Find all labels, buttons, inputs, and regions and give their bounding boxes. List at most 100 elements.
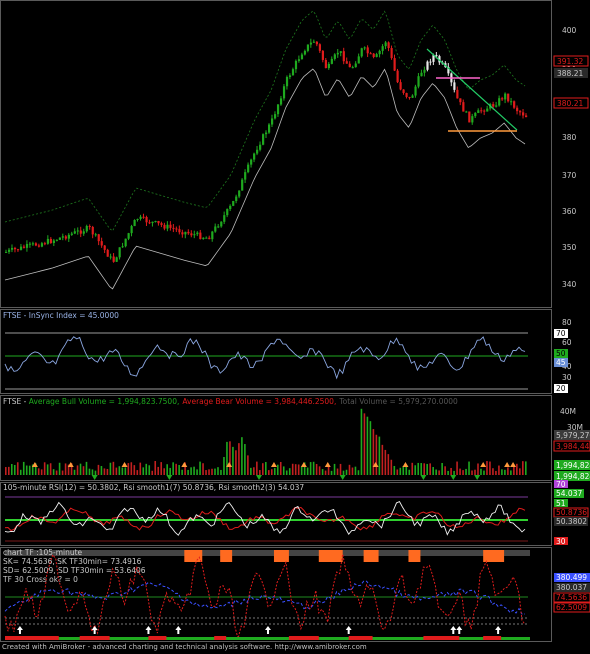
volume-bar [300, 466, 303, 475]
stoch-block [408, 550, 421, 562]
price-bar-body [396, 70, 399, 83]
volume-bar [282, 466, 285, 475]
price-bar-body [345, 61, 348, 64]
price-bar-body [262, 134, 265, 145]
price-bar-body [13, 247, 17, 250]
price-bar-body [270, 118, 274, 125]
price-bar-body [375, 54, 378, 57]
price-bar-body [196, 232, 199, 235]
volume-bar [507, 467, 509, 475]
stoch-block [79, 636, 110, 640]
volume-bar [297, 464, 300, 475]
price-bar-body [339, 51, 342, 53]
price-bar-body [199, 232, 202, 239]
insync-tag: 20 [556, 384, 566, 393]
price-bar-body [115, 257, 118, 262]
volume-bar [94, 470, 97, 475]
price-bar-body [97, 234, 100, 242]
volume-bar [342, 470, 345, 475]
volume-bar [273, 468, 276, 475]
volume-bar [510, 470, 512, 475]
volume-tag: 1,994,824 [556, 461, 590, 470]
volume-title: FTSE - Average Bull Volume = 1,994,823.7… [3, 397, 458, 406]
volume-bar [172, 462, 174, 475]
price-bar-body [477, 110, 480, 113]
volume-marker-up [510, 462, 517, 467]
price-bar-body [64, 236, 67, 239]
price-bar-body [471, 116, 474, 123]
volume-bar [247, 455, 249, 475]
price-tick: 380 [562, 133, 577, 142]
stoch-arrow [450, 626, 457, 634]
price-bar-body [220, 221, 223, 227]
price-bar-body [369, 53, 372, 55]
volume-bar [22, 461, 25, 475]
price-bar-body [121, 246, 124, 248]
price-bar-body [34, 243, 38, 246]
price-bar-body [342, 51, 345, 62]
price-bar-body [61, 236, 64, 238]
volume-marker-down [474, 475, 481, 480]
price-bar-body [175, 228, 178, 230]
volume-bar [7, 466, 10, 475]
price-bar-body [372, 53, 375, 57]
price-bar-body [247, 164, 250, 173]
insync-tick: 80 [562, 318, 572, 327]
volume-bar [196, 469, 198, 475]
volume-bar [432, 466, 434, 475]
price-bar-body [22, 246, 26, 248]
volume-bar [504, 469, 506, 475]
price-bar-body [28, 243, 32, 245]
price-bar-body [486, 108, 489, 112]
volume-bar [480, 468, 482, 475]
price-bar-body [205, 237, 208, 239]
price-bar-body [288, 75, 292, 78]
volume-bar [408, 469, 411, 475]
price-bar-body [226, 209, 229, 216]
volume-bar [399, 467, 402, 475]
rsi-tag: 50.3802 [556, 517, 587, 526]
price-bar-body [55, 239, 59, 241]
price-bar-body [333, 54, 336, 59]
price-stops [4, 10, 526, 290]
price-bar-body [351, 67, 354, 69]
volume-bar [73, 469, 76, 475]
volume-bar [516, 463, 518, 475]
price-bar-body [163, 224, 166, 229]
price-bar-body [190, 233, 193, 236]
volume-bar [79, 463, 82, 475]
volume-bar [267, 470, 270, 475]
volume-bar [351, 467, 354, 475]
volume-bar [115, 467, 118, 475]
volume-bar [285, 470, 288, 475]
volume-bar [16, 462, 19, 475]
stoch-arrow [175, 626, 182, 634]
price-bar-body [474, 112, 477, 117]
price-bar-body [480, 110, 483, 112]
volume-bar [363, 413, 366, 475]
volume-bar [235, 450, 237, 475]
stoch-tag: 380.499 [556, 573, 587, 582]
volume-bar [444, 466, 446, 475]
price-bar-body [169, 224, 172, 228]
volume-bar [142, 467, 145, 475]
volume-bar [423, 463, 425, 475]
volume-bars [5, 408, 527, 475]
volume-tag: 3,984,446 [556, 442, 590, 451]
lower-stop-line [4, 68, 526, 290]
price-bar-body [151, 221, 154, 224]
volume-bar [396, 469, 399, 475]
price-bar-body [387, 42, 390, 49]
price-bar-body [423, 69, 426, 73]
price-bar-body [43, 243, 47, 245]
volume-marker-up [402, 462, 409, 467]
volume-bar [175, 463, 177, 475]
stoch-tag: 74.5636 [556, 593, 587, 602]
price-bars [5, 38, 528, 263]
volume-bar [82, 466, 85, 475]
stoch-block [5, 636, 59, 640]
price-bar-body [414, 86, 417, 96]
volume-bar [336, 468, 339, 475]
insync-tag: 45 [556, 358, 566, 367]
stoch-title: SK= 74.5636, SK TF30min= 73.4916 [3, 557, 142, 566]
